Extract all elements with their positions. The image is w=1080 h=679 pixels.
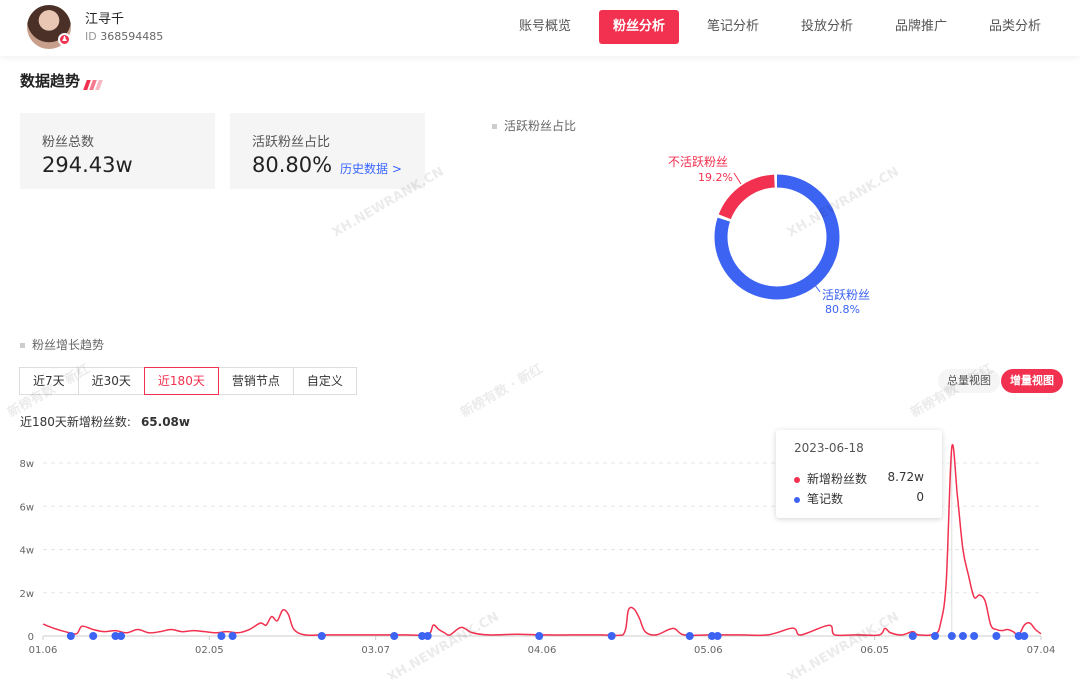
tab-180-days[interactable]: 近180天 (143, 367, 219, 395)
note-point (66, 632, 75, 640)
note-point (992, 632, 1001, 640)
note-point (217, 632, 226, 640)
tooltip-row-notes: 笔记数 0 (794, 490, 924, 507)
donut-leader-line (733, 172, 742, 185)
y-tick-label: 6w (19, 502, 34, 513)
red-dot-icon (794, 476, 800, 483)
note-point (89, 632, 98, 640)
note-point (931, 632, 940, 640)
x-tick-label: 05.06 (694, 645, 723, 656)
bullet-icon (492, 124, 497, 129)
note-point (390, 632, 399, 640)
donut-title: 活跃粉丝占比 (492, 117, 576, 134)
nav-notes-analysis[interactable]: 笔记分析 (695, 10, 771, 44)
watermark: 新榜有数 · 新红 (458, 361, 546, 421)
growth-summary: 近180天新增粉丝数: 65.08w (20, 415, 190, 429)
x-tick-label: 04.06 (528, 645, 557, 656)
note-point (117, 632, 126, 640)
total-fans-label: 粉丝总数 (42, 135, 95, 150)
x-tick-label: 01.06 (29, 645, 58, 656)
active-ratio-card: 活跃粉丝占比 80.80% 历史数据 > (230, 113, 425, 189)
chart-tooltip: 2023-06-18 新增粉丝数 8.72w 笔记数 0 (776, 430, 942, 518)
note-point (970, 632, 979, 640)
total-fans-value: 294.43w (42, 153, 133, 177)
top-header: ♟ 江寻千 ID 368594485 账号概览 粉丝分析 笔记分析 投放分析 品… (0, 0, 1080, 56)
active-ratio-value: 80.80% (252, 153, 333, 177)
active-fans-donut-chart: 活跃粉丝80.8% 不活跃粉丝 19.2% (668, 155, 870, 316)
section-title: 数据趋势 (20, 72, 81, 90)
note-point (228, 632, 237, 640)
donut-label-active: 活跃粉丝 (822, 288, 870, 302)
x-tick-label: 07.04 (1027, 645, 1056, 656)
y-tick-label: 8w (19, 459, 34, 470)
x-tick-label: 03.07 (361, 645, 390, 656)
nav-category-analysis[interactable]: 品类分析 (977, 10, 1053, 44)
tab-marketing-nodes[interactable]: 营销节点 (217, 367, 294, 395)
note-point (1020, 632, 1029, 640)
note-point (535, 632, 544, 640)
donut-value-inactive: 19.2% (698, 171, 733, 184)
verified-badge-icon: ♟ (58, 33, 71, 46)
donut-label-inactive: 不活跃粉丝 (668, 155, 728, 169)
donut-value-active: 80.8% (825, 303, 860, 316)
tooltip-row-new-fans: 新增粉丝数 8.72w (794, 470, 924, 487)
growth-summary-value: 65.08w (140, 415, 190, 429)
x-tick-label: 02.05 (195, 645, 224, 656)
total-fans-card: 粉丝总数 294.43w (20, 113, 215, 189)
nav-ad-analysis[interactable]: 投放分析 (789, 10, 865, 44)
user-name: 江寻千 (85, 12, 125, 27)
title-decoration-icon (83, 75, 103, 94)
x-tick-label: 06.05 (860, 645, 889, 656)
note-point (958, 632, 967, 640)
nav-fans-analysis[interactable]: 粉丝分析 (599, 10, 679, 44)
tooltip-date: 2023-06-18 (794, 441, 864, 455)
bullet-icon (20, 343, 25, 348)
tab-custom[interactable]: 自定义 (292, 367, 357, 395)
growth-title: 粉丝增长趋势 (20, 336, 104, 353)
history-data-link[interactable]: 历史数据 > (340, 160, 402, 177)
user-id: ID 368594485 (85, 30, 164, 43)
note-point (317, 632, 326, 640)
nav-account-overview[interactable]: 账号概览 (507, 10, 583, 44)
note-point (713, 632, 722, 640)
increment-view-button[interactable]: 增量视图 (1001, 369, 1063, 393)
nav-brand-promotion[interactable]: 品牌推广 (883, 10, 959, 44)
note-point (947, 632, 956, 640)
y-tick-label: 0 (28, 632, 34, 643)
blue-dot-icon (794, 496, 800, 503)
note-point (908, 632, 917, 640)
note-point (607, 632, 616, 640)
active-ratio-label: 活跃粉丝占比 (252, 135, 331, 150)
note-point (423, 632, 432, 640)
y-tick-label: 2w (19, 589, 34, 600)
note-point (685, 632, 694, 640)
y-tick-label: 4w (19, 546, 34, 557)
